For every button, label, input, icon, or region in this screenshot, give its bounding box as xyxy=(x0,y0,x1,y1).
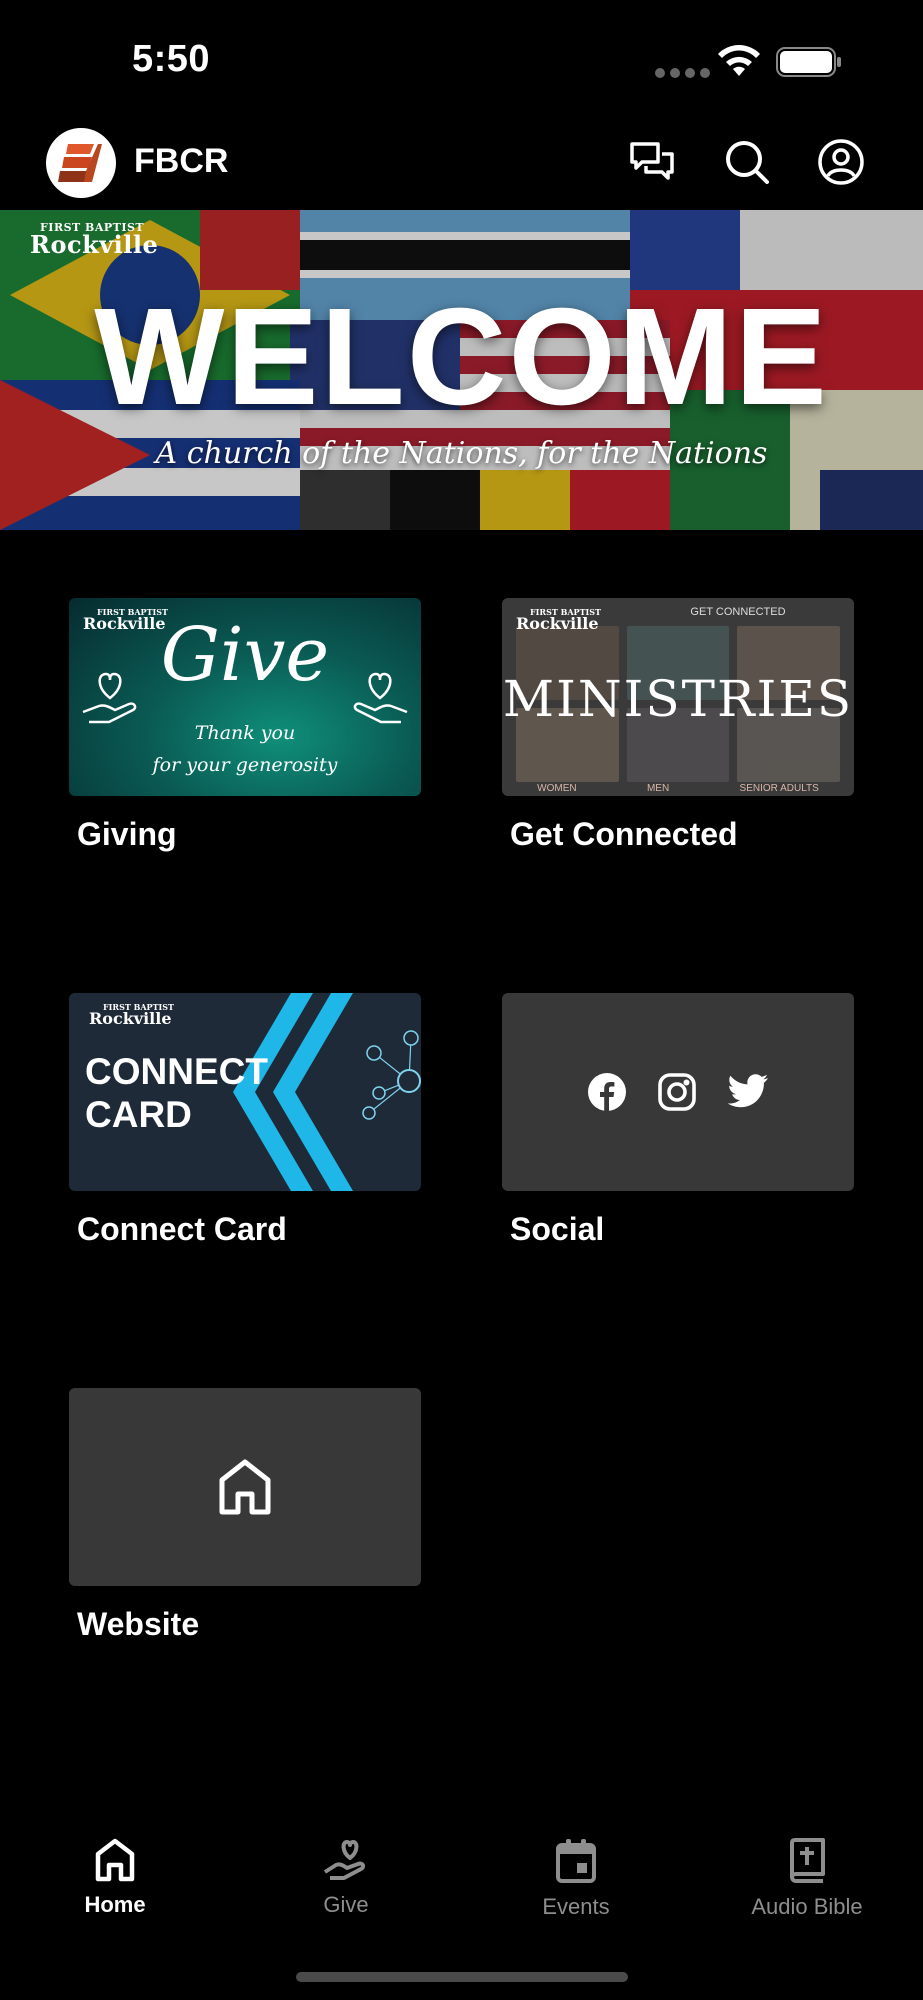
hand-heart-icon xyxy=(82,672,137,724)
ministries-bottom: WOMEN MEN SENIOR ADULTS xyxy=(537,783,819,794)
tile-label: Social xyxy=(510,1211,605,1247)
tile-get-connected[interactable]: FIRST BAPTIST Rockville GET CONNECTED MI… xyxy=(502,598,854,853)
calendar-icon xyxy=(556,1839,596,1883)
give-hand-heart-icon xyxy=(323,1840,366,1880)
bible-icon xyxy=(790,1838,825,1883)
tab-label: Events xyxy=(542,1894,610,1919)
profile-icon[interactable] xyxy=(817,138,865,186)
tab-events[interactable]: Events xyxy=(476,1820,676,1920)
give-line2: for your generosity xyxy=(152,754,338,776)
tile-connect-card[interactable]: FIRST BAPTIST Rockville CONNECT CARD Con… xyxy=(69,993,421,1248)
chat-icon[interactable] xyxy=(628,138,676,186)
giving-image: FIRST BAPTIST Rockville Give Thank you f… xyxy=(69,598,421,796)
tab-audio-bible[interactable]: Audio Bible xyxy=(707,1820,907,1920)
instagram-icon xyxy=(658,1073,696,1111)
battery-icon xyxy=(776,47,841,77)
tile-label: Get Connected xyxy=(510,816,738,852)
tab-label: Audio Bible xyxy=(751,1894,863,1919)
tile-social[interactable]: Social xyxy=(502,993,854,1248)
app-header: FBCR xyxy=(0,110,923,210)
twitter-icon xyxy=(727,1074,768,1108)
wifi-icon xyxy=(718,45,760,76)
banner-title: WELCOME xyxy=(94,280,829,434)
home-icon xyxy=(219,1459,271,1515)
status-time: 5:50 xyxy=(132,38,211,80)
ministries-top: GET CONNECTED xyxy=(690,606,786,618)
website-image xyxy=(69,1388,421,1586)
hand-heart-icon xyxy=(353,672,408,724)
connect-card-image: FIRST BAPTIST Rockville CONNECT CARD xyxy=(69,993,421,1191)
home-indicator xyxy=(296,1972,628,1982)
tab-give[interactable]: Give xyxy=(246,1820,446,1918)
app-title: FBCR xyxy=(134,142,229,180)
church-steps-logo[interactable] xyxy=(46,128,116,198)
tab-label: Home xyxy=(84,1892,146,1917)
tile-website[interactable]: Website xyxy=(69,1388,421,1643)
tab-bar: Home Give Events Audio Bible xyxy=(0,1820,923,1930)
tile-label: Giving xyxy=(77,816,177,852)
banner-brand: FIRST BAPTIST Rockville xyxy=(30,221,159,259)
cellular-signal-icon xyxy=(655,68,710,78)
search-icon[interactable] xyxy=(723,138,771,186)
tile-label: Connect Card xyxy=(77,1211,287,1247)
social-image xyxy=(502,993,854,1191)
connect-card-text: CONNECT CARD xyxy=(85,1051,268,1135)
tile-giving[interactable]: FIRST BAPTIST Rockville Give Thank you f… xyxy=(69,598,421,853)
ministries-image: FIRST BAPTIST Rockville GET CONNECTED MI… xyxy=(502,598,854,796)
tab-label: Give xyxy=(323,1892,369,1917)
welcome-banner[interactable]: FIRST BAPTIST Rockville WELCOME A church… xyxy=(0,210,923,530)
tab-home[interactable]: Home xyxy=(15,1820,215,1918)
ministries-word: MINISTRIES xyxy=(502,670,854,728)
home-icon xyxy=(95,1838,135,1882)
tile-label: Website xyxy=(77,1606,200,1642)
image-brand: FIRST BAPTIST Rockville xyxy=(89,1002,174,1028)
facebook-icon xyxy=(588,1073,626,1111)
status-bar: 5:50 xyxy=(0,0,923,110)
banner-subtitle: A church of the Nations, for the Nations xyxy=(155,436,768,471)
